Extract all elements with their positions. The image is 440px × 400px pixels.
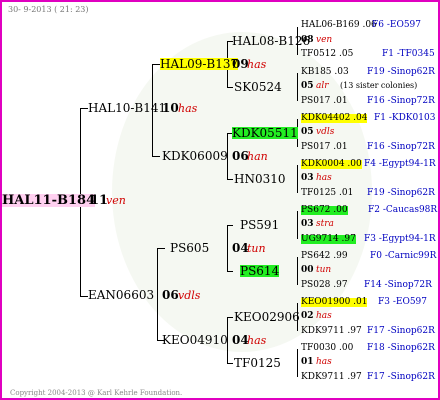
line xyxy=(227,179,233,180)
gen3-year-3: 05 xyxy=(301,127,314,137)
gen4-code-14: F17 -Sinop62R xyxy=(367,326,435,336)
gen2-queen-1[interactable]: HAL09-B137 xyxy=(160,58,239,70)
gen2-queen-2[interactable]: KDK06009 xyxy=(162,150,228,162)
gen3-year-4: 03 xyxy=(301,173,314,183)
gen4-code-9: F2 -Caucas98R xyxy=(368,205,438,215)
gen3-race-4: has xyxy=(316,173,332,183)
gen1-race-1: has xyxy=(178,102,198,115)
line xyxy=(157,248,165,249)
gen4-code-6: F16 -Sinop72R xyxy=(367,142,435,152)
gen4-queen-12[interactable]: PS028 .97 xyxy=(301,281,348,290)
gen3-year-5: 03 xyxy=(301,219,314,229)
gen1-queen-1[interactable]: HAL10-B141 xyxy=(88,102,166,114)
line xyxy=(157,248,158,340)
gen4-queen-7[interactable]: KDK0004 .00 xyxy=(301,160,362,169)
gen2-race-1: has xyxy=(247,58,267,71)
gen3-queen-7[interactable]: KEO02906 xyxy=(234,311,300,323)
gen2-race-3: tun xyxy=(247,242,266,255)
gen3-race-5: stra xyxy=(316,219,334,229)
gen2-race-4: has xyxy=(247,334,267,347)
line xyxy=(227,271,233,272)
gen4-code-16: F17 -Sinop62R xyxy=(367,372,435,382)
gen4-code-7: F4 -Egypt94-1R xyxy=(364,159,436,169)
gen3-year-6: 00 xyxy=(301,265,314,275)
gen3-queen-1[interactable]: HAL08-B126 xyxy=(232,35,310,47)
gen3-queen-3[interactable]: KDK05511 xyxy=(232,127,298,139)
gen4-queen-4[interactable]: PS017 .01 xyxy=(301,97,348,106)
gen3-queen-4[interactable]: HN0310 xyxy=(234,173,286,185)
gen4-code-15: F18 -Sinop62R xyxy=(367,343,435,353)
line xyxy=(227,363,233,364)
line xyxy=(297,165,298,193)
gen4-queen-5[interactable]: KDK04402 .04 xyxy=(301,114,368,123)
line xyxy=(297,257,298,285)
gen3-race-6: tun xyxy=(316,265,332,275)
gen4-code-2: F1 -TF0345 xyxy=(382,49,435,59)
gen3-queen-6[interactable]: PS614 xyxy=(240,265,280,277)
line xyxy=(152,156,160,157)
gen3-race-3: vdls xyxy=(316,127,335,137)
gen3-year-7: 02 xyxy=(301,311,314,321)
line xyxy=(297,211,298,239)
gen2-race-2: han xyxy=(247,150,268,163)
gen4-queen-11[interactable]: PS642 .99 xyxy=(301,252,348,261)
gen4-code-1: F6 -EO597 xyxy=(372,20,421,30)
gen4-queen-3[interactable]: KB185 .03 xyxy=(301,68,349,77)
gen3-queen-8[interactable]: TF0125 xyxy=(234,357,281,369)
line xyxy=(297,73,298,101)
line xyxy=(80,296,88,297)
copyright: Copyright 2004-2013 @ Karl Kehrle Founda… xyxy=(10,389,183,397)
gen4-queen-2[interactable]: TF0512 .05 xyxy=(301,50,353,59)
gen3-queen-5[interactable]: PS591 xyxy=(240,219,279,231)
pedigree-chart: 30- 9-2013 ( 21: 23) HAL11-B184 11 ven H… xyxy=(0,0,440,400)
gen1-race-2: vdls xyxy=(178,289,201,302)
gen4-code-13: F3 -EO597 xyxy=(378,297,427,307)
gen4-queen-6[interactable]: PS017 .01 xyxy=(301,143,348,152)
gen3-race-2: alr xyxy=(316,81,329,91)
gen4-queen-10[interactable]: UG9714 .97 xyxy=(301,235,356,244)
gen4-queen-13[interactable]: KEO01900 .01 xyxy=(301,298,368,307)
line xyxy=(80,108,88,109)
gen3-year-2: 05 xyxy=(301,81,314,91)
gen4-queen-14[interactable]: KDK9711 .97 xyxy=(301,327,362,336)
gen3-race-1: ven xyxy=(316,35,333,45)
gen3-race-7: has xyxy=(316,311,332,321)
sister-colonies-note: (13 sister colonies) xyxy=(340,81,418,90)
line xyxy=(227,225,228,271)
gen1-year-2: 06 xyxy=(162,288,179,302)
gen4-code-8: F19 -Sinop62R xyxy=(367,188,435,198)
gen3-queen-2[interactable]: SK0524 xyxy=(234,81,282,93)
gen2-queen-3[interactable]: PS605 xyxy=(170,242,209,254)
root-race: ven xyxy=(106,194,126,207)
gen4-code-5: F1 -KDK0103 xyxy=(374,113,436,123)
root-name: HAL11-B184 xyxy=(2,193,96,208)
gen4-code-3: F19 -Sinop62R xyxy=(367,67,435,77)
gen3-year-8: 01 xyxy=(301,357,314,367)
gen1-year-1: 10 xyxy=(162,101,179,115)
gen3-race-8: has xyxy=(316,357,332,367)
gen3-year-1: 08 xyxy=(301,35,314,45)
line xyxy=(227,225,233,226)
gen4-queen-9[interactable]: PS672 .00 xyxy=(301,206,348,215)
print-date: 30- 9-2013 ( 21: 23) xyxy=(8,5,89,14)
root-queen[interactable]: HAL11-B184 xyxy=(2,193,96,208)
line xyxy=(227,87,233,88)
gen4-code-11: F0 -Carnic99R xyxy=(370,251,437,261)
gen4-queen-16[interactable]: KDK9711 .97 xyxy=(301,373,362,382)
gen1-queen-2[interactable]: EAN06603 xyxy=(88,289,154,301)
gen4-queen-8[interactable]: TF0125 .01 xyxy=(301,189,353,198)
line xyxy=(297,349,298,377)
line xyxy=(227,317,233,318)
gen4-code-12: F14 -Sinop72R xyxy=(364,280,432,290)
gen4-queen-15[interactable]: TF0030 .00 xyxy=(301,344,353,353)
line xyxy=(152,64,160,65)
gen4-queen-1[interactable]: HAL06-B169 .06 xyxy=(301,21,377,30)
gen4-code-10: F3 -Egypt94-1R xyxy=(364,234,436,244)
gen4-code-4: F16 -Sinop72R xyxy=(367,96,435,106)
gen2-queen-4[interactable]: KEO04910 xyxy=(162,334,228,346)
